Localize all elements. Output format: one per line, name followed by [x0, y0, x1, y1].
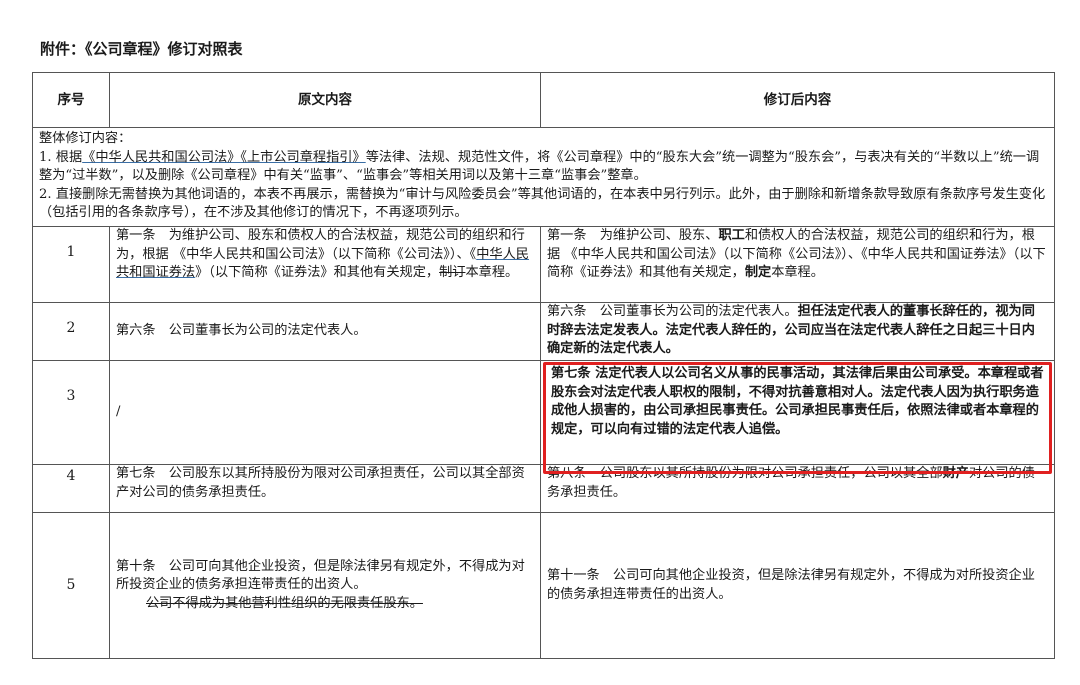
table-row: 2 第六条 公司董事长为公司的法定代表人。 第六条 公司董事长为公司的法定代表人…: [32, 302, 1055, 361]
rev-text: 第一条 为维护公司、股东、: [547, 228, 719, 243]
law-link-guideline: 《上市公司章程指引》: [240, 149, 366, 165]
table-row: 3 / 第七条 法定代表人以公司名义从事的民事活动，其法律后果由公司承受。本章程…: [32, 360, 1055, 465]
revision-table: 序号 原文内容 修订后内容 整体修订内容： 1. 根据《中华人民共和国公司法》《…: [32, 72, 1055, 659]
revised-cell: 第一条 为维护公司、股东、职工和债权人的合法权益，规范公司的组织和行为，根据 《…: [540, 226, 1055, 303]
header-original: 原文内容: [109, 72, 541, 128]
overall-cell: 整体修订内容： 1. 根据《中华人民共和国公司法》《上市公司章程指引》等法律、法…: [32, 127, 1055, 227]
revised-cell: 第八条 公司股东以其所持股份为限对公司承担责任，公司以其全部财产对公司的债务承担…: [540, 464, 1055, 513]
row-number: 3: [32, 360, 110, 465]
rev-text: 本章程。: [771, 265, 824, 280]
revised-cell: 第六条 公司董事长为公司的法定代表人。担任法定代表人的董事长辞任的，视为同时辞去…: [540, 302, 1055, 361]
overall-heading: 整体修订内容：: [39, 131, 132, 146]
deleted-text: 制订: [439, 265, 466, 280]
orig-text: 》（以下简称《证券法》和其他有关规定，: [195, 265, 440, 280]
rev-text: 第六条 公司董事长为公司的法定代表人。: [547, 304, 798, 319]
item1-prefix: 1. 根据: [39, 149, 83, 165]
row-number: 2: [32, 302, 110, 361]
rev-text: 第八条 公司股东以其所持股份为限对公司承担责任，公司以其全部: [547, 466, 943, 481]
table-row: 5 第十条 公司可向其他企业投资，但是除法律另有规定外，不得成为对所投资企业的债…: [32, 512, 1055, 659]
row-number: 5: [32, 512, 110, 659]
overall-row: 整体修订内容： 1. 根据《中华人民共和国公司法》《上市公司章程指引》等法律、法…: [32, 127, 1055, 227]
orig-text: 第一条 为维护公司、股东和债权人的合法权益，规范公司的组织和行为，根据 《中华人…: [116, 228, 525, 262]
deleted-text: 公司不得成为其他营利性组织的无限责任股东。: [146, 595, 423, 611]
header-seq: 序号: [32, 72, 110, 128]
overall-item-1: 1. 根据《中华人民共和国公司法》《上市公司章程指引》等法律、法规、规范性文件，…: [39, 149, 1048, 186]
row-number: 1: [32, 226, 110, 303]
orig-text: 第十条 公司可向其他企业投资，但是除法律另有规定外，不得成为对所投资企业的债务承…: [116, 558, 525, 593]
row-number: 4: [32, 464, 110, 513]
original-cell: /: [109, 360, 541, 465]
added-text: 职工: [718, 228, 745, 243]
added-text: 制定: [744, 265, 772, 280]
overall-item-2: 2. 直接删除无需替换为其他词语的，本表不再展示，需替换为“审计与风险委员会”等…: [39, 186, 1046, 221]
orig-text: 本章程。: [465, 265, 519, 280]
table-row: 4 第七条 公司股东以其所持股份为限对公司承担责任，公司以其全部资产对公司的债务…: [32, 464, 1055, 513]
original-cell: 第七条 公司股东以其所持股份为限对公司承担责任，公司以其全部资产对公司的债务承担…: [109, 464, 541, 513]
document-title: 附件：《公司章程》修订对照表: [40, 40, 243, 58]
law-link-company: 《中华人民共和国公司法》: [82, 149, 241, 165]
revised-cell: 第七条 法定代表人以公司名义从事的民事活动，其法律后果由公司承受。本章程或者股东…: [540, 360, 1055, 465]
added-text: 财产: [942, 466, 969, 481]
revised-cell: 第十一条 公司可向其他企业投资，但是除法律另有规定外，不得成为对所投资企业的债务…: [540, 512, 1055, 659]
table-row: 1 第一条 为维护公司、股东和债权人的合法权益，规范公司的组织和行为，根据 《中…: [32, 226, 1055, 303]
header-row: 序号 原文内容 修订后内容: [32, 72, 1055, 128]
header-revised: 修订后内容: [540, 72, 1055, 128]
original-cell: 第十条 公司可向其他企业投资，但是除法律另有规定外，不得成为对所投资企业的债务承…: [109, 512, 541, 659]
original-cell: 第六条 公司董事长为公司的法定代表人。: [109, 302, 541, 361]
original-cell: 第一条 为维护公司、股东和债权人的合法权益，规范公司的组织和行为，根据 《中华人…: [109, 226, 541, 303]
